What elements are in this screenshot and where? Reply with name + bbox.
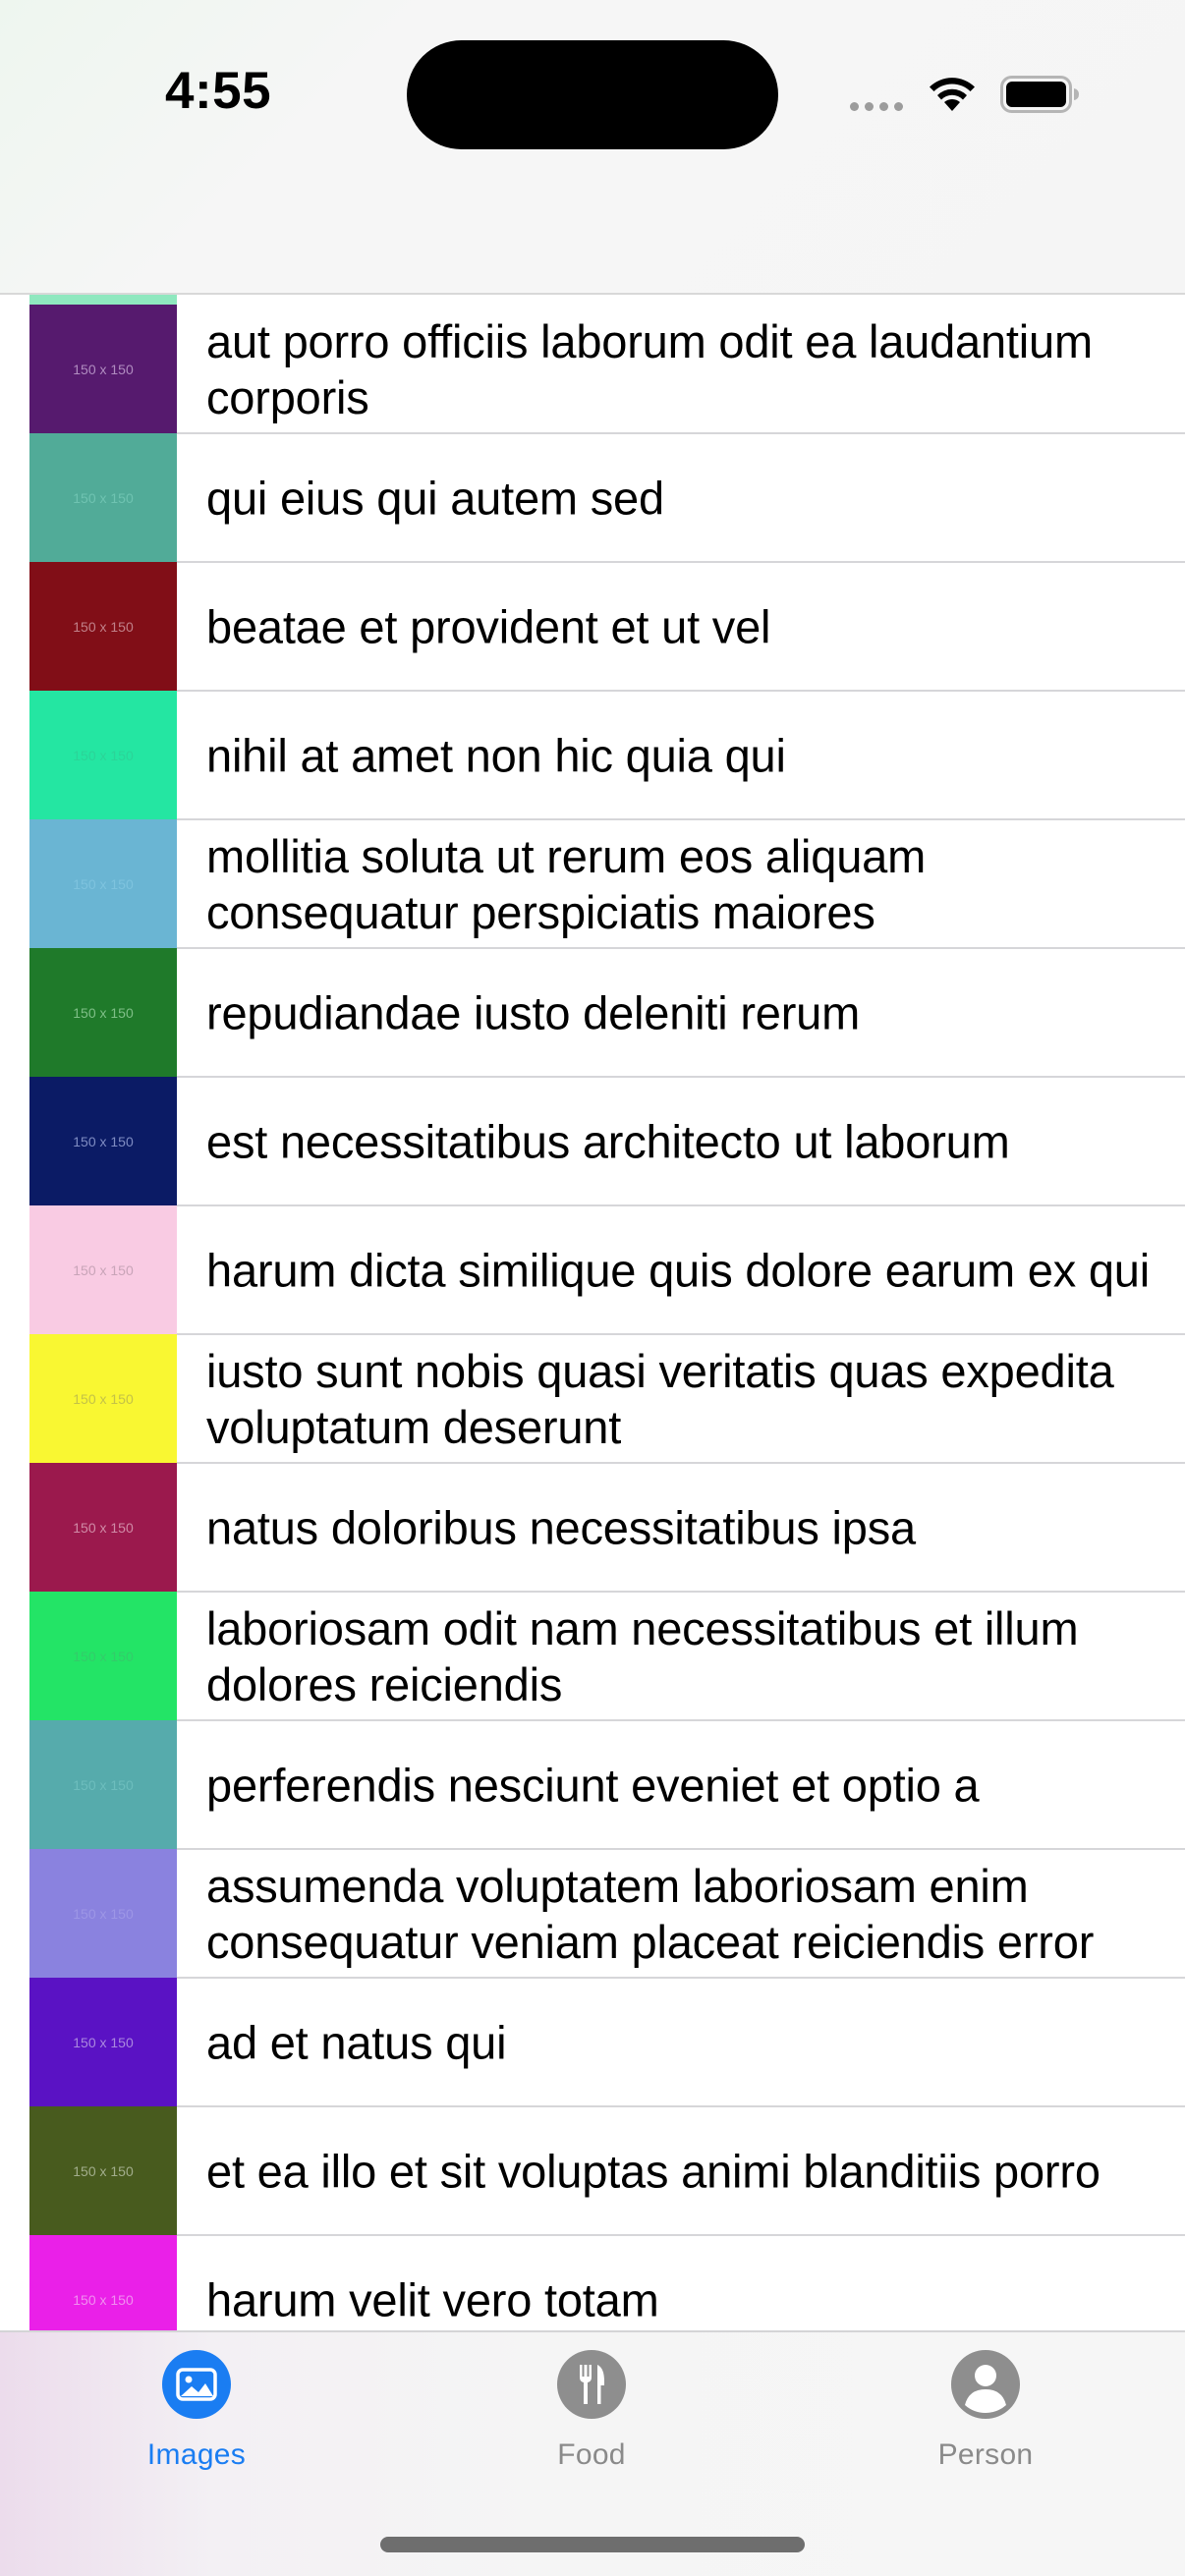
item-title: iusto sunt nobis quasi veritatis quas ex…	[206, 1344, 1114, 1453]
item-thumbnail: 150 x 150	[29, 1077, 177, 1205]
item-thumbnail: 150 x 150	[29, 819, 177, 948]
list-item[interactable]: 150 x 150 harum dicta similique quis dolo…	[0, 1205, 1185, 1334]
image-list[interactable]: 150 x 150 aut porro officiis laborum odit…	[0, 295, 1185, 2330]
list-item[interactable]: 150 x 150 est necessitatibus architecto u…	[0, 1077, 1185, 1205]
list-item[interactable]: 150 x 150 laboriosam odit nam necessitati…	[0, 1592, 1185, 1720]
cellular-signal-icon	[850, 102, 903, 111]
item-thumbnail: 150 x 150	[29, 305, 177, 433]
status-time: 4:55	[165, 62, 272, 120]
item-title: est necessitatibus architecto ut laborum	[206, 1115, 1010, 1167]
fork-knife-icon	[557, 2350, 626, 2419]
item-title: qui eius qui autem sed	[206, 472, 664, 524]
item-thumbnail: 150 x 150	[29, 691, 177, 819]
item-thumbnail: 150 x 150	[29, 1978, 177, 2106]
list-item[interactable]: 150 x 150 iusto sunt nobis quasi veritati…	[0, 1334, 1185, 1463]
item-title: natus doloribus necessitatibus ipsa	[206, 1501, 916, 1553]
list-item[interactable]: 150 x 150 mollitia soluta ut rerum eos al…	[0, 819, 1185, 948]
item-thumbnail: 150 x 150	[29, 948, 177, 1077]
item-thumbnail: 150 x 150	[29, 2235, 177, 2330]
item-thumbnail: 150 x 150	[29, 1849, 177, 1978]
list-item[interactable]: 150 x 150 natus doloribus necessitatibus …	[0, 1463, 1185, 1592]
list-item[interactable]: 150 x 150 et ea illo et sit voluptas anim…	[0, 2106, 1185, 2235]
list-item[interactable]: 150 x 150 assumenda voluptatem laboriosam…	[0, 1849, 1185, 1978]
list-item[interactable]: 150 x 150 aut porro officiis laborum odit…	[0, 305, 1185, 433]
item-thumbnail: 150 x 150	[29, 1205, 177, 1334]
home-indicator[interactable]	[380, 2537, 805, 2552]
item-title: et ea illo et sit voluptas animi blandit…	[206, 2145, 1100, 2197]
item-title: harum dicta similique quis dolore earum …	[206, 1244, 1150, 1296]
item-title: ad et natus qui	[206, 2016, 507, 2068]
list-item[interactable]: 150 x 150 ad et natus qui	[0, 1978, 1185, 2106]
tab-label: Person	[937, 2438, 1034, 2471]
tab-food[interactable]: Food	[493, 2350, 690, 2472]
tab-images[interactable]: Images	[98, 2350, 295, 2472]
partial-row-thumbnail	[29, 295, 177, 305]
item-thumbnail: 150 x 150	[29, 2106, 177, 2235]
item-title: aut porro officiis laborum odit ea lauda…	[206, 314, 1093, 423]
item-title: assumenda voluptatem laboriosam enim con…	[206, 1859, 1095, 1968]
photo-icon	[162, 2350, 231, 2419]
list-item[interactable]: 150 x 150 qui eius qui autem sed	[0, 433, 1185, 562]
tab-label: Images	[146, 2438, 247, 2471]
item-thumbnail: 150 x 150	[29, 562, 177, 691]
item-thumbnail: 150 x 150	[29, 1334, 177, 1463]
item-title: repudiandae iusto deleniti rerum	[206, 986, 861, 1038]
tab-label: Food	[557, 2438, 626, 2471]
navigation-bar: 4:55	[0, 0, 1185, 295]
person-icon	[951, 2350, 1020, 2419]
list-item[interactable]: 150 x 150 perferendis nesciunt eveniet et…	[0, 1720, 1185, 1849]
tab-person[interactable]: Person	[887, 2350, 1084, 2472]
list-item[interactable]: 150 x 150 beatae et provident et ut vel	[0, 562, 1185, 691]
item-title: laboriosam odit nam necessitatibus et il…	[206, 1601, 1079, 1710]
wifi-icon	[930, 78, 975, 111]
item-thumbnail: 150 x 150	[29, 433, 177, 562]
item-thumbnail: 150 x 150	[29, 1720, 177, 1849]
list-item[interactable]: 150 x 150 repudiandae iusto deleniti reru…	[0, 948, 1185, 1077]
list-item[interactable]: 150 x 150 harum velit vero totam	[0, 2235, 1185, 2330]
item-title: harum velit vero totam	[206, 2273, 659, 2325]
item-title: mollitia soluta ut rerum eos aliquam con…	[206, 829, 927, 938]
item-title: nihil at amet non hic quia qui	[206, 729, 786, 781]
item-title: beatae et provident et ut vel	[206, 600, 771, 652]
item-title: perferendis nesciunt eveniet et optio a	[206, 1759, 980, 1811]
item-thumbnail: 150 x 150	[29, 1463, 177, 1592]
list-item[interactable]: 150 x 150 nihil at amet non hic quia qui	[0, 691, 1185, 819]
dynamic-island	[407, 40, 778, 149]
item-thumbnail: 150 x 150	[29, 1592, 177, 1720]
battery-icon	[1000, 76, 1079, 113]
